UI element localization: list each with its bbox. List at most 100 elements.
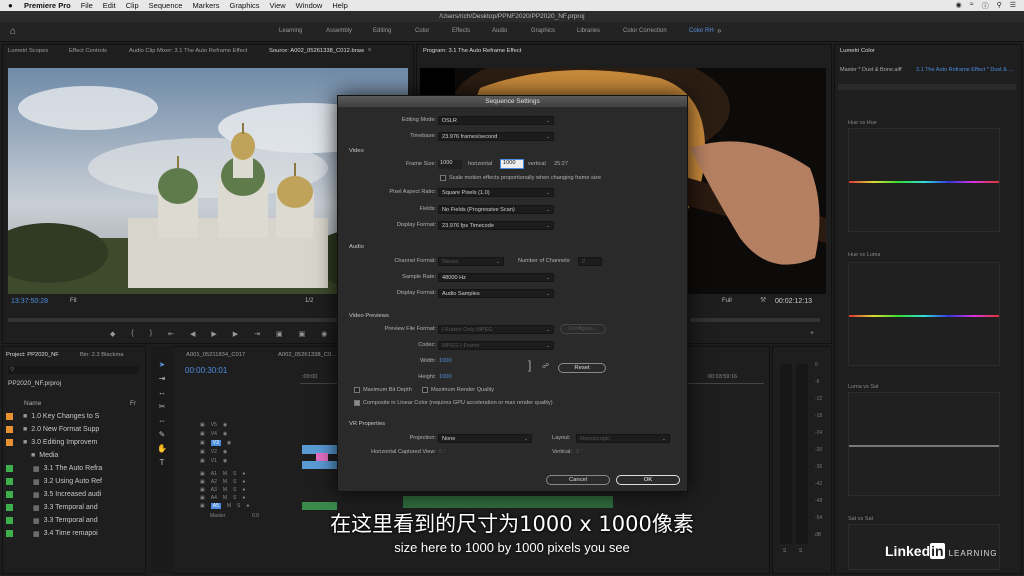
- chain-link-icon[interactable]: ☍: [542, 362, 549, 370]
- go-to-out-icon[interactable]: ⇥: [254, 330, 260, 338]
- video-track-header[interactable]: ▣ V3 ◉: [200, 438, 231, 447]
- more-workspaces-icon[interactable]: »: [717, 26, 721, 35]
- selection-tool-icon[interactable]: ➤: [159, 360, 166, 369]
- eye-icon[interactable]: ◉: [227, 440, 231, 446]
- ws-effects[interactable]: Effects: [452, 28, 470, 34]
- creative-cloud-icon[interactable]: ◉: [956, 1, 962, 11]
- preview-width-value[interactable]: 1000: [439, 358, 451, 364]
- program-scrub-bar[interactable]: [690, 318, 820, 322]
- lock-icon[interactable]: ▣: [200, 458, 205, 464]
- lock-icon[interactable]: ▣: [200, 440, 205, 446]
- tab-effect-controls[interactable]: Effect Controls: [69, 48, 107, 54]
- mute-button[interactable]: M: [223, 495, 227, 501]
- project-item[interactable]: ▦ 3.1 The Auto Refra: [6, 462, 144, 475]
- max-bit-depth-checkbox[interactable]: [354, 387, 360, 393]
- clip-audio-music[interactable]: [403, 496, 613, 508]
- menu-window[interactable]: Window: [296, 1, 323, 10]
- lock-icon[interactable]: ▣: [200, 449, 205, 455]
- column-name[interactable]: Name: [24, 400, 41, 407]
- composite-linear-checkbox[interactable]: [354, 400, 360, 406]
- pen-tool-icon[interactable]: ✎: [159, 430, 166, 439]
- overwrite-icon[interactable]: ▣: [299, 330, 306, 338]
- add-button-icon[interactable]: +: [810, 330, 814, 337]
- apple-icon[interactable]: ●: [8, 1, 18, 10]
- video-track-header[interactable]: ▣ V5 ◉: [200, 420, 231, 429]
- tab-source[interactable]: Source: A002_05261338_C012.braw: [269, 48, 364, 54]
- project-item[interactable]: ▦ 3.5 Increased audi: [6, 488, 144, 501]
- solo-button[interactable]: S: [233, 479, 236, 485]
- play-icon[interactable]: ▶: [211, 330, 216, 338]
- mute-button[interactable]: M: [223, 479, 227, 485]
- clip-video-pink[interactable]: [316, 453, 328, 461]
- reset-button[interactable]: Reset: [558, 363, 606, 373]
- audio-track-header[interactable]: ▣ A1 M S ●: [200, 470, 249, 478]
- scale-motion-checkbox[interactable]: [440, 175, 446, 181]
- tab-lumetri-color[interactable]: Lumetri Color: [840, 48, 875, 54]
- sample-rate-select[interactable]: 48000 Hz ⌄: [438, 273, 554, 282]
- ws-libraries[interactable]: Libraries: [577, 28, 600, 34]
- eye-icon[interactable]: ◉: [223, 449, 227, 455]
- tab-lumetri-scopes[interactable]: Lumetri Scopes: [8, 48, 48, 54]
- ws-color[interactable]: Color: [415, 28, 429, 34]
- marker-icon[interactable]: ◆: [110, 330, 115, 338]
- cancel-button[interactable]: Cancel: [546, 475, 610, 485]
- mute-button[interactable]: M: [223, 487, 227, 493]
- display-format-select[interactable]: 23.976 fps Timecode ⌄: [438, 221, 554, 230]
- hand-tool-icon[interactable]: ✋: [157, 444, 167, 453]
- column-frame-rate[interactable]: Fr: [130, 400, 136, 407]
- lock-icon[interactable]: ▣: [200, 471, 205, 477]
- lock-icon[interactable]: ▣: [200, 422, 205, 428]
- hue-vs-luma-graph[interactable]: [848, 262, 1000, 366]
- ok-button[interactable]: OK: [616, 475, 680, 485]
- eye-icon[interactable]: ◉: [223, 422, 227, 428]
- fields-select[interactable]: No Fields (Progressive Scan) ⌄: [438, 205, 554, 214]
- camera-icon[interactable]: ◉: [321, 330, 327, 338]
- project-item[interactable]: ■ 2.0 New Format Supp: [6, 423, 144, 436]
- project-item[interactable]: ■ Media: [6, 449, 144, 462]
- codec-select[interactable]: MPEG I-Frame ⌄: [438, 341, 554, 350]
- ws-assembly[interactable]: Assembly: [326, 28, 352, 34]
- solo-button[interactable]: S: [233, 471, 236, 477]
- audio-track-header[interactable]: ▣ A4 M S ●: [200, 494, 249, 502]
- wrench-icon[interactable]: ⚒: [760, 296, 766, 304]
- microphone-icon[interactable]: ●: [242, 479, 245, 485]
- solo-button[interactable]: S: [233, 495, 236, 501]
- timebase-select[interactable]: 23.976 frames/second ⌄: [438, 132, 554, 141]
- pixel-aspect-select[interactable]: Square Pixels (1.0) ⌄: [438, 188, 554, 197]
- project-item[interactable]: ■ 1.0 Key Changes to S: [6, 410, 144, 423]
- ws-graphics[interactable]: Graphics: [531, 28, 555, 34]
- video-track-header[interactable]: ▣ V1 ◉: [200, 456, 231, 465]
- ws-color-correction[interactable]: Color Correction: [623, 28, 667, 34]
- tab-audio-clip-mixer[interactable]: Audio Clip Mixer: 3.1 The Auto Reframe E…: [129, 48, 247, 54]
- slip-tool-icon[interactable]: ⇔: [158, 416, 166, 425]
- hue-vs-hue-graph[interactable]: [848, 128, 1000, 232]
- microphone-icon[interactable]: ●: [242, 487, 245, 493]
- frame-width-input[interactable]: 1000: [438, 160, 462, 169]
- preview-height-value[interactable]: 1000: [439, 374, 451, 380]
- projection-select[interactable]: None ⌄: [438, 434, 532, 443]
- menu-edit[interactable]: Edit: [103, 1, 116, 10]
- mark-out-icon[interactable]: }: [150, 330, 152, 338]
- insert-icon[interactable]: ▣: [276, 330, 283, 338]
- lock-icon[interactable]: ▣: [200, 479, 205, 485]
- lumetri-target-clip[interactable]: 3.1 The Auto Reframe Effect * Dust & ...: [916, 67, 1013, 73]
- type-tool-icon[interactable]: T: [160, 458, 165, 467]
- clip-video-v1[interactable]: [302, 461, 337, 469]
- eye-icon[interactable]: ◉: [223, 458, 227, 464]
- microphone-icon[interactable]: ●: [242, 471, 245, 477]
- menu-help[interactable]: Help: [332, 1, 347, 10]
- ws-editing[interactable]: Editing: [373, 28, 391, 34]
- microphone-icon[interactable]: ●: [242, 495, 245, 501]
- menu-clip[interactable]: Clip: [126, 1, 139, 10]
- source-resolution-select[interactable]: 1/2: [305, 298, 313, 304]
- program-fit-select[interactable]: Full: [722, 298, 732, 304]
- frame-height-input[interactable]: 1000: [500, 159, 524, 169]
- source-timecode[interactable]: 13:37:50:28: [11, 298, 48, 305]
- eye-icon[interactable]: ◉: [223, 431, 227, 437]
- project-item[interactable]: ■ 3.0 Editing Improvem: [6, 436, 144, 449]
- luma-vs-sat-graph[interactable]: [848, 392, 1000, 496]
- lock-icon[interactable]: ▣: [200, 495, 205, 501]
- lumetri-master-clip[interactable]: Master * Dust & Bone.aiff: [840, 67, 902, 73]
- tab-project[interactable]: Project: PP2020_NF: [6, 352, 59, 358]
- mute-button[interactable]: M: [223, 471, 227, 477]
